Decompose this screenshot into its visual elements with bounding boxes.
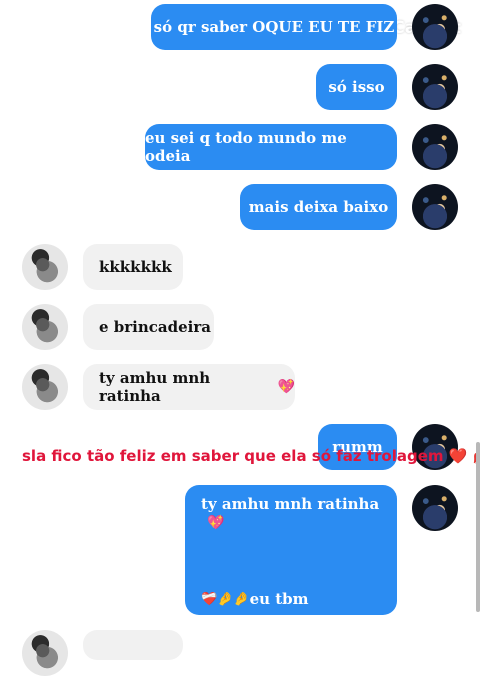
message-text: eu tbm [249, 590, 309, 608]
message-text: e brincadeira [99, 318, 211, 336]
avatar[interactable] [412, 124, 458, 170]
quoted-message: ty amhu mnh ratinha 💖 [201, 495, 397, 531]
sparkling-heart-icon: 💖 [207, 515, 225, 531]
avatar[interactable] [412, 64, 458, 110]
reply-message: ❤️‍🩹🤌🤌 eu tbm [201, 590, 309, 608]
avatar[interactable] [412, 184, 458, 230]
caption-text: sla fico tão feliz em saber que ela só f… [22, 447, 444, 465]
video-caption: sla fico tão feliz em saber que ela só f… [22, 447, 480, 465]
message-bubble-outgoing[interactable]: só isso [316, 64, 397, 110]
message-bubble-outgoing[interactable]: mais deixa baixo [240, 184, 397, 230]
message-text: ty amhu mnh ratinha [99, 369, 211, 405]
sparkling-heart-icon: 💖 [277, 379, 295, 395]
message-bubble-incoming[interactable]: kkkkkkk [83, 244, 183, 290]
message-bubble-outgoing-reply[interactable]: ty amhu mnh ratinha 💖 ❤️‍🩹🤌🤌 eu tbm [185, 485, 397, 615]
red-heart-icon: ❤️ [448, 447, 468, 465]
message-bubble-incoming[interactable]: ty amhu mnh ratinha 💖 [83, 364, 295, 410]
message-bubble-incoming[interactable]: e brincadeira [83, 304, 214, 350]
message-text: eu sei q todo mundo me odeia [145, 129, 347, 165]
message-bubble-outgoing[interactable]: eu sei q todo mundo me odeia [145, 124, 397, 170]
avatar[interactable] [412, 485, 458, 531]
message-text: só qr saber OQUE EU TE FIZ [153, 18, 395, 36]
avatar[interactable] [22, 364, 68, 410]
reply-emoji-icons: ❤️‍🩹🤌🤌 [201, 591, 250, 607]
avatar[interactable] [412, 4, 458, 50]
message-text: kkkkkkk [99, 258, 172, 276]
avatar[interactable] [22, 304, 68, 350]
scrollbar[interactable] [476, 442, 480, 612]
avatar[interactable] [22, 244, 68, 290]
message-text: mais deixa baixo [248, 198, 389, 216]
avatar[interactable] [22, 630, 68, 676]
message-bubble-outgoing[interactable]: só qr saber OQUE EU TE FIZ [151, 4, 397, 50]
message-bubble-incoming[interactable] [83, 630, 183, 660]
message-text: só isso [328, 78, 385, 96]
message-text: ty amhu mnh ratinha [201, 495, 380, 513]
